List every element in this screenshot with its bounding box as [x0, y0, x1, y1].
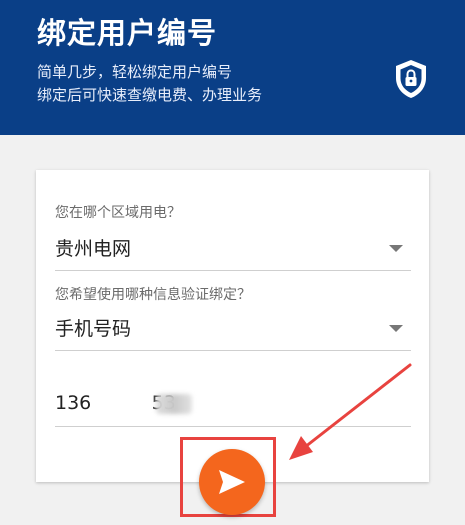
annotation-pointer-arrow: [289, 363, 412, 460]
bind-account-page: 绑定用户编号 简单几步，轻松绑定用户编号 绑定后可快速查缴电费、办理业务 您在哪…: [0, 0, 465, 525]
